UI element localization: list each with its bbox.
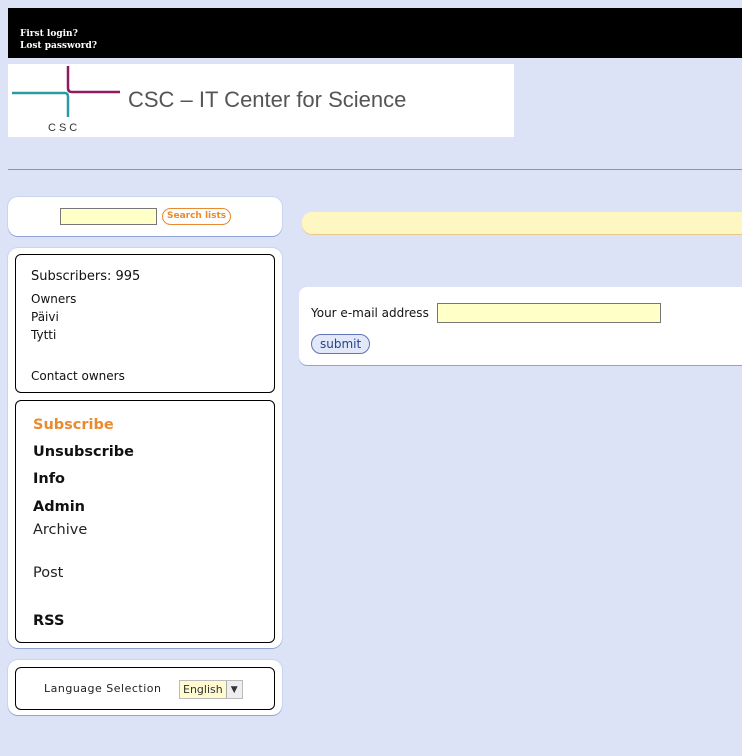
language-select[interactable]: English ▼ [179, 680, 243, 699]
language-selected-value: English [183, 683, 223, 696]
subscribe-form: Your e-mail address submit [299, 287, 742, 365]
top-bar: First login? Lost password? [8, 8, 742, 58]
owners-heading: Owners [31, 292, 77, 306]
logo-mark-text: CSC [48, 122, 81, 134]
notice-strip [302, 212, 742, 234]
search-input[interactable] [60, 208, 157, 225]
header-divider [8, 169, 742, 170]
list-menu-box: Subscribe Unsubscribe Info Admin Archive… [15, 400, 275, 643]
language-label: Language Selection [44, 682, 162, 695]
menu-item-rss[interactable]: RSS [33, 613, 64, 629]
language-box: Language Selection English ▼ [15, 667, 275, 710]
menu-item-archive[interactable]: Archive [33, 522, 87, 538]
search-panel: Search lists [8, 197, 282, 236]
owner-name: Päivi [31, 310, 59, 324]
lost-password-link[interactable]: Lost password? [20, 41, 97, 51]
owner-name: Tytti [31, 328, 57, 342]
site-title: CSC – IT Center for Science [128, 87, 407, 112]
logo-banner: CSC CSC – IT Center for Science [8, 64, 514, 137]
menu-item-info[interactable]: Info [33, 471, 65, 487]
email-field[interactable] [437, 303, 661, 323]
chevron-down-icon[interactable]: ▼ [225, 681, 242, 698]
menu-item-subscribe[interactable]: Subscribe [33, 417, 114, 433]
language-panel: Language Selection English ▼ [8, 660, 282, 715]
submit-button[interactable]: submit [311, 334, 371, 354]
menu-item-post[interactable]: Post [33, 565, 63, 581]
sidebar: Subscribers: 995 Owners Päivi Tytti Cont… [8, 248, 282, 648]
search-lists-button[interactable]: Search lists [162, 208, 232, 225]
email-label: Your e-mail address [311, 306, 429, 320]
menu-item-unsubscribe[interactable]: Unsubscribe [33, 444, 134, 460]
first-login-link[interactable]: First login? [20, 29, 78, 39]
contact-owners-link[interactable]: Contact owners [31, 369, 125, 383]
subscriber-count: Subscribers: 995 [31, 269, 141, 284]
menu-item-admin[interactable]: Admin [33, 499, 85, 515]
list-info-box: Subscribers: 995 Owners Päivi Tytti Cont… [15, 254, 275, 393]
